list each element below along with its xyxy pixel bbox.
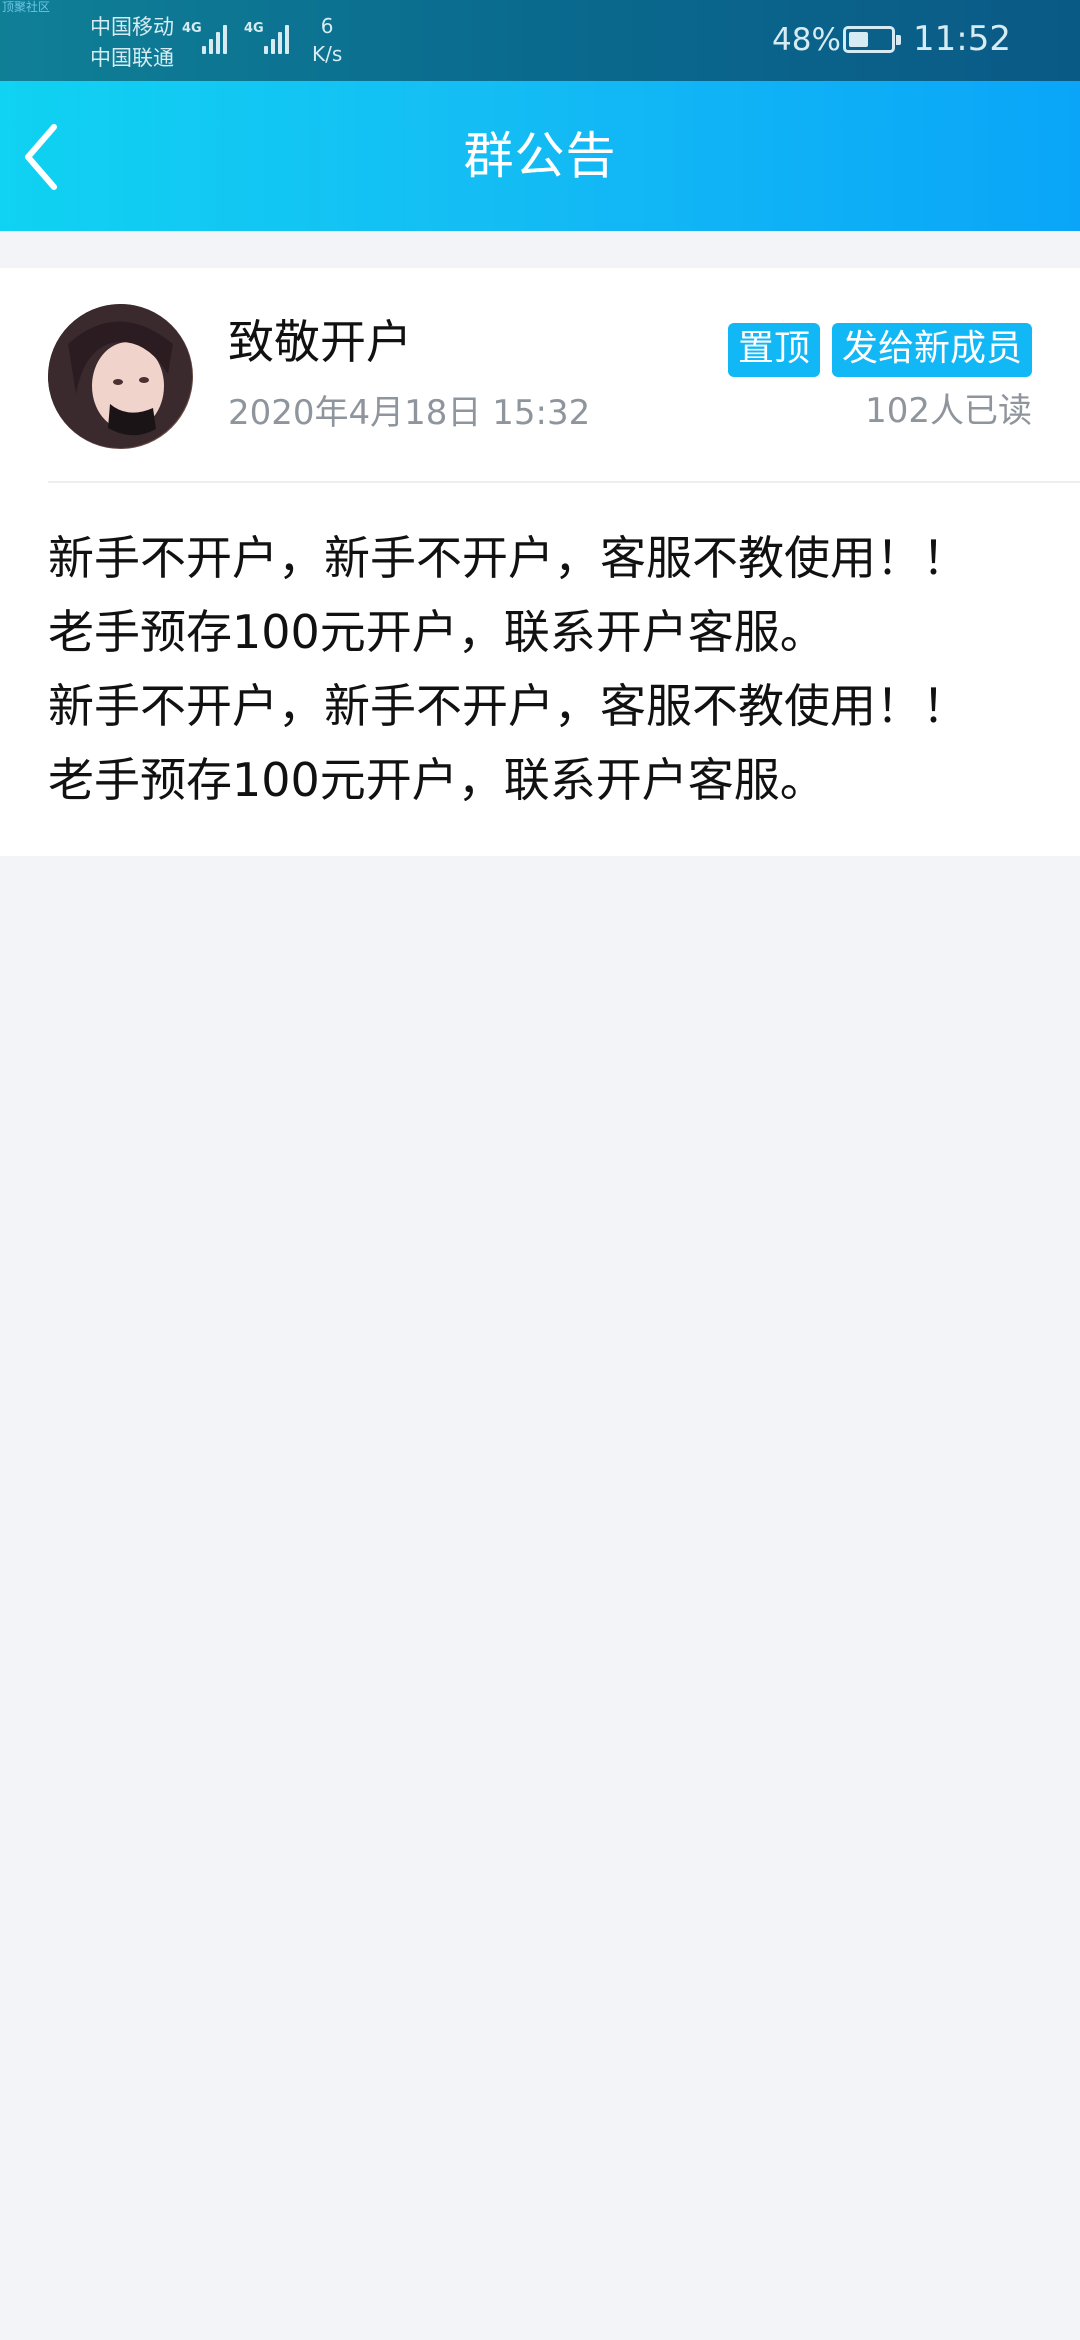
signal-strength-1-icon: 4G: [182, 20, 236, 56]
app-bar: 群公告: [0, 81, 1080, 231]
network-type-1: 4G: [182, 21, 202, 36]
read-count[interactable]: 102人已读: [865, 390, 1032, 432]
battery-fill: [849, 32, 868, 47]
avatar-photo: [48, 304, 192, 448]
post-timestamp: 2020年4月18日 15:32: [228, 393, 591, 433]
author-name: 致敬开户: [228, 315, 412, 369]
carrier-2: 中国联通: [90, 46, 174, 70]
battery-percent: 48%: [772, 22, 841, 58]
avatar[interactable]: [48, 304, 193, 449]
status-bar: 顶聚社区 中国移动 中国联通 4G 4G 6 K/s 48% 11:52: [0, 0, 1080, 81]
network-speed: 6 K/s: [312, 12, 342, 68]
network-type-2: 4G: [244, 21, 264, 36]
watermark-text: 顶聚社区: [2, 0, 51, 14]
divider: [48, 481, 1080, 483]
carrier-1: 中国移动: [90, 15, 174, 39]
body-line: 新手不开户，新手不开户，客服不教使用！！: [48, 679, 968, 733]
new-member-badge: 发给新成员: [831, 323, 1032, 377]
network-speed-value: 6: [320, 14, 334, 38]
page-title: 群公告: [463, 127, 617, 185]
body-line: 老手预存100元开户，联系开户客服。: [48, 605, 826, 659]
announcement-body: 新手不开户，新手不开户，客服不教使用！！ 老手预存100元开户，联系开户客服。 …: [48, 521, 1032, 817]
pinned-badge: 置顶: [727, 323, 820, 377]
battery-icon: [843, 26, 901, 53]
signal-strength-2-icon: 4G: [244, 20, 298, 56]
body-line: 新手不开户，新手不开户，客服不教使用！！: [48, 531, 968, 585]
network-speed-unit: K/s: [312, 42, 343, 66]
carrier-info: 中国移动 中国联通: [90, 12, 174, 74]
announcement-card[interactable]: 致敬开户 2020年4月18日 15:32 置顶 发给新成员 102人已读 新手…: [0, 268, 1080, 856]
clock: 11:52: [913, 19, 1011, 59]
body-line: 老手预存100元开户，联系开户客服。: [48, 753, 826, 807]
tag-list: 置顶 发给新成员: [727, 323, 1032, 377]
